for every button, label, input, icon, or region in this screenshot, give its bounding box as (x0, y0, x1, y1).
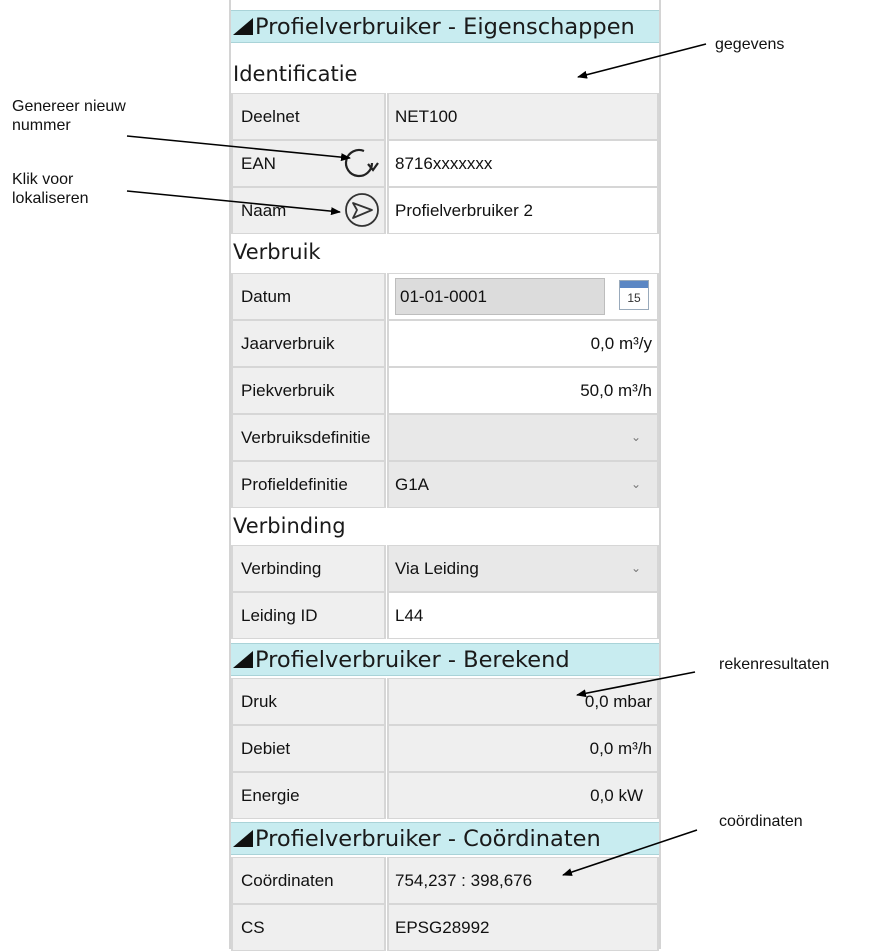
row-energie: Energie 0,0 kW (231, 772, 659, 819)
annotation-klik-line1: Klik voor (12, 171, 74, 188)
group-title-verbinding: Verbinding (233, 514, 346, 538)
row-debiet: Debiet 0,0 m³/h (231, 725, 659, 772)
annotation-rekenresultaten: rekenresultaten (719, 656, 830, 673)
field-label: Piekverbruik (231, 367, 386, 414)
row-cs: CS EPSG28992 (231, 904, 659, 951)
row-jaarverbruik: Jaarverbruik 0,0 m³/y (231, 320, 659, 367)
field-label: Profieldefinitie (231, 461, 386, 508)
field-label: Verbruiksdefinitie (231, 414, 386, 461)
ean-input[interactable]: 8716xxxxxxx (387, 140, 659, 187)
naam-input[interactable]: Profielverbruiker 2 (387, 187, 659, 234)
refresh-icon[interactable] (339, 142, 381, 184)
select-value: G1A (395, 475, 430, 494)
energie-value: 0,0 kW (387, 772, 659, 819)
annotation-gegevens: gegevens (715, 36, 785, 53)
group-title-identificatie: Identificatie (233, 62, 358, 86)
field-label: Verbinding (231, 545, 386, 592)
section-header-coordinaten[interactable]: Profielverbruiker - Coördinaten (231, 822, 659, 855)
select-value: Via Leiding (395, 559, 479, 578)
section-header-berekend[interactable]: Profielverbruiker - Berekend (231, 643, 659, 676)
row-verbinding: Verbinding Via Leiding ⌄ (231, 545, 659, 592)
verbinding-select[interactable]: Via Leiding ⌄ (387, 545, 659, 592)
datum-input[interactable]: 01-01-0001 (395, 278, 605, 315)
properties-panel: Profielverbruiker - Eigenschappen Identi… (229, 0, 661, 951)
collapse-triangle-icon[interactable] (233, 651, 253, 668)
chevron-down-icon[interactable]: ⌄ (631, 415, 641, 460)
annotation-genereer-line1: Genereer nieuw (12, 98, 126, 115)
row-profieldefinitie: Profieldefinitie G1A ⌄ (231, 461, 659, 508)
cs-value: EPSG28992 (387, 904, 659, 951)
calendar-icon[interactable]: 15 (619, 280, 649, 310)
row-piekverbruik: Piekverbruik 50,0 m³/h (231, 367, 659, 414)
deelnet-value[interactable]: NET100 (387, 93, 659, 140)
row-naam: Naam Profielverbruiker 2 (231, 187, 659, 234)
annotation-klik-line2: lokaliseren (12, 190, 89, 207)
field-label: Coördinaten (231, 857, 386, 904)
locate-icon[interactable] (341, 189, 383, 231)
group-title-verbruik: Verbruik (233, 240, 321, 264)
druk-value: 0,0 mbar (387, 678, 659, 725)
chevron-down-icon[interactable]: ⌄ (631, 462, 641, 507)
field-label: Datum (231, 273, 386, 320)
chevron-down-icon[interactable]: ⌄ (631, 546, 641, 591)
row-verbruiksdefinitie: Verbruiksdefinitie ⌄ (231, 414, 659, 461)
section-title: Profielverbruiker - Berekend (255, 647, 570, 673)
piekverbruik-input[interactable]: 50,0 m³/h (387, 367, 659, 414)
section-title: Profielverbruiker - Eigenschappen (255, 14, 635, 40)
field-label: Leiding ID (231, 592, 386, 639)
annotation-genereer-line2: nummer (12, 117, 71, 134)
row-ean: EAN 8716xxxxxxx (231, 140, 659, 187)
row-deelnet: Deelnet NET100 (231, 93, 659, 140)
field-label: Deelnet (231, 93, 386, 140)
row-leiding-id: Leiding ID L44 (231, 592, 659, 639)
field-label: Druk (231, 678, 386, 725)
field-label: CS (231, 904, 386, 951)
debiet-value: 0,0 m³/h (387, 725, 659, 772)
collapse-triangle-icon[interactable] (233, 830, 253, 847)
row-druk: Druk 0,0 mbar (231, 678, 659, 725)
datum-field: 01-01-0001 15 (387, 273, 659, 320)
section-title: Profielverbruiker - Coördinaten (255, 826, 601, 852)
row-datum: Datum 01-01-0001 15 (231, 273, 659, 320)
section-header-eigenschappen[interactable]: Profielverbruiker - Eigenschappen (231, 10, 659, 43)
coordinaten-value: 754,237 : 398,676 (387, 857, 659, 904)
field-label: Jaarverbruik (231, 320, 386, 367)
collapse-triangle-icon[interactable] (233, 18, 253, 35)
verbruiksdefinitie-select[interactable]: ⌄ (387, 414, 659, 461)
jaarverbruik-input[interactable]: 0,0 m³/y (387, 320, 659, 367)
field-label: Debiet (231, 725, 386, 772)
profieldefinitie-select[interactable]: G1A ⌄ (387, 461, 659, 508)
field-label: Energie (231, 772, 386, 819)
annotation-coordinaten: coördinaten (719, 813, 803, 830)
row-coordinaten: Coördinaten 754,237 : 398,676 (231, 857, 659, 904)
leiding-id-input[interactable]: L44 (387, 592, 659, 639)
